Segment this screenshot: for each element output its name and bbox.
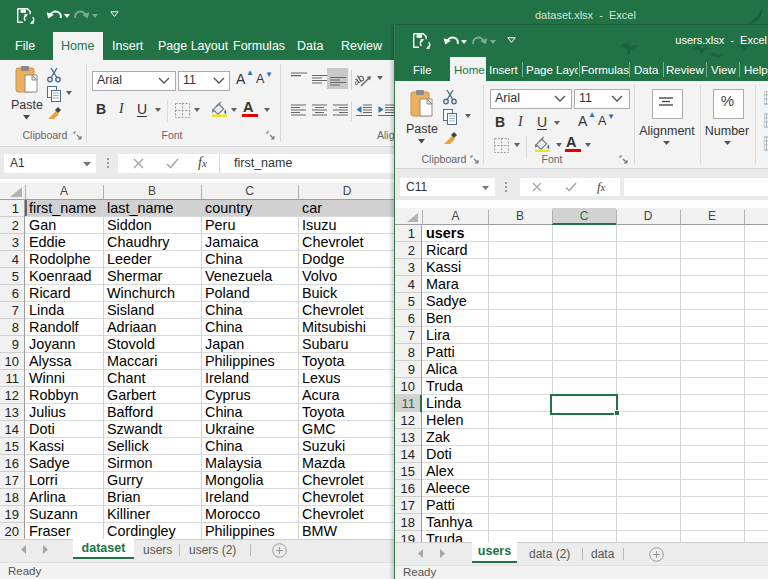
svg-text:ab: ab <box>355 71 366 87</box>
